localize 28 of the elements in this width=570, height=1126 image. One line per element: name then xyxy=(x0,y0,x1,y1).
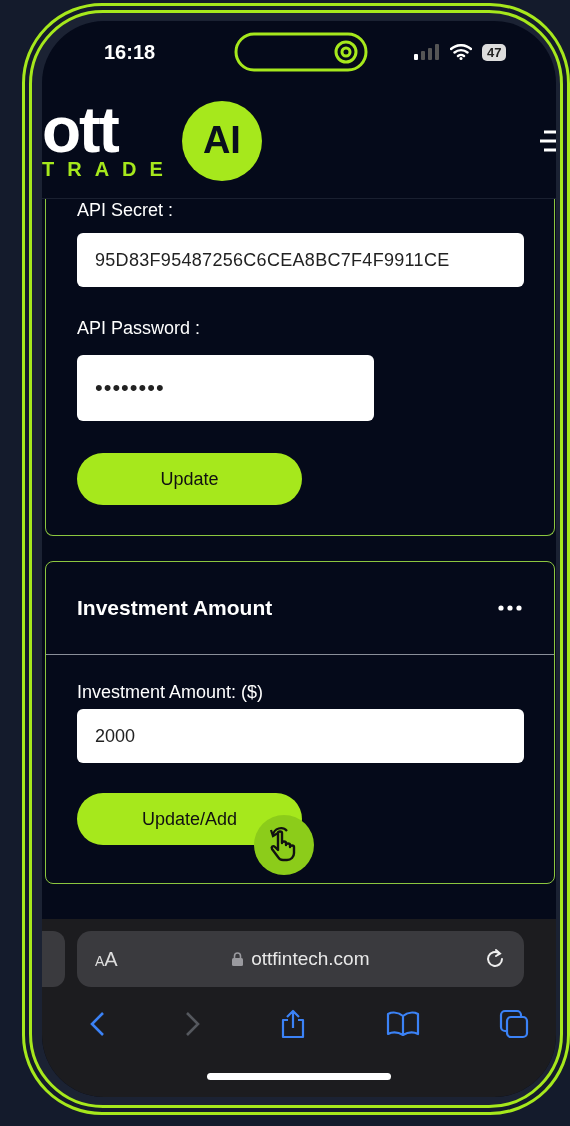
url-text: ottfintech.com xyxy=(251,948,370,970)
more-icon[interactable] xyxy=(498,605,522,611)
wifi-icon xyxy=(450,44,472,60)
update-button[interactable]: Update xyxy=(77,453,302,505)
back-icon[interactable] xyxy=(89,1011,105,1037)
field-label: API Password : xyxy=(77,317,202,339)
input-field[interactable]: 95D83F95487256C6CEA8BC7F4F9911CE xyxy=(77,233,524,287)
share-icon[interactable] xyxy=(280,1009,306,1039)
reload-icon[interactable] xyxy=(484,948,506,970)
field-label: API Secret : xyxy=(77,199,175,221)
password-field[interactable]: •••••••• xyxy=(77,355,374,421)
tap-hand-icon xyxy=(254,815,314,875)
update-add-button[interactable]: Update/Add xyxy=(77,793,302,845)
text-size-button[interactable]: AA xyxy=(95,947,118,971)
logo-badge: AI xyxy=(181,100,262,181)
lock-icon xyxy=(232,952,244,966)
tabs-icon[interactable] xyxy=(499,1009,529,1039)
field-label: Investment Amount: ($) xyxy=(77,681,265,703)
status-time: 16:18 xyxy=(104,40,157,64)
address-bar[interactable]: AA ottfintech.com xyxy=(77,931,524,987)
signal-icon xyxy=(414,44,440,60)
input-field[interactable]: 2000 xyxy=(77,709,524,763)
card-title: Investment Amount xyxy=(77,596,273,620)
book-icon[interactable] xyxy=(385,1011,420,1037)
logo-tagline: TRADE xyxy=(42,157,176,180)
battery-level: 47 xyxy=(482,43,507,61)
camera-island-icon xyxy=(234,32,368,72)
logo-wordmark: ott xyxy=(42,101,119,158)
